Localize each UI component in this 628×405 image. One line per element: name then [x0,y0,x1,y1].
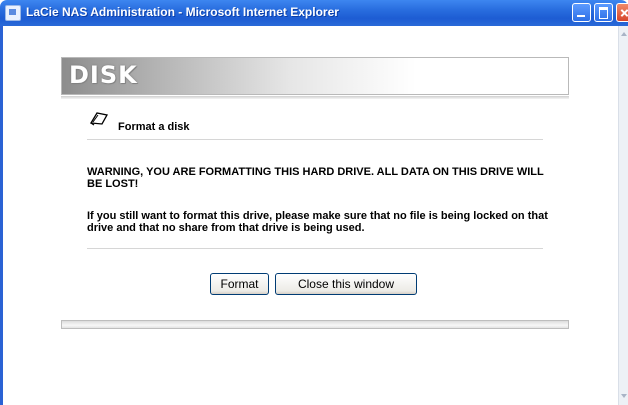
minimize-icon[interactable] [572,3,591,22]
vertical-scrollbar[interactable] [618,26,628,405]
page-content: DISK Format a disk WARNING, YOU ARE FORM… [3,26,618,405]
divider [87,248,543,249]
window-title-bar[interactable]: LaCie NAS Administration - Microsoft Int… [0,0,628,26]
section-title: Format a disk [118,121,190,133]
divider [87,139,543,140]
pencil-note-icon [89,112,109,126]
footer-bar [61,320,569,329]
header-divider [61,96,569,99]
scroll-down-arrow-icon[interactable] [620,391,628,401]
maximize-icon[interactable] [594,3,613,22]
close-window-button[interactable]: Close this window [275,273,417,295]
page-title: DISK [69,61,138,89]
warning-text: WARNING, YOU ARE FORMATTING THIS HARD DR… [87,166,544,190]
close-icon[interactable] [616,3,628,22]
format-button[interactable]: Format [210,273,269,295]
ie-page-icon [5,5,21,21]
scroll-up-arrow-icon[interactable] [620,30,628,40]
window-title: LaCie NAS Administration - Microsoft Int… [26,5,339,19]
page-header-banner: DISK [61,57,569,95]
info-text: If you still want to format this drive, … [87,210,548,234]
